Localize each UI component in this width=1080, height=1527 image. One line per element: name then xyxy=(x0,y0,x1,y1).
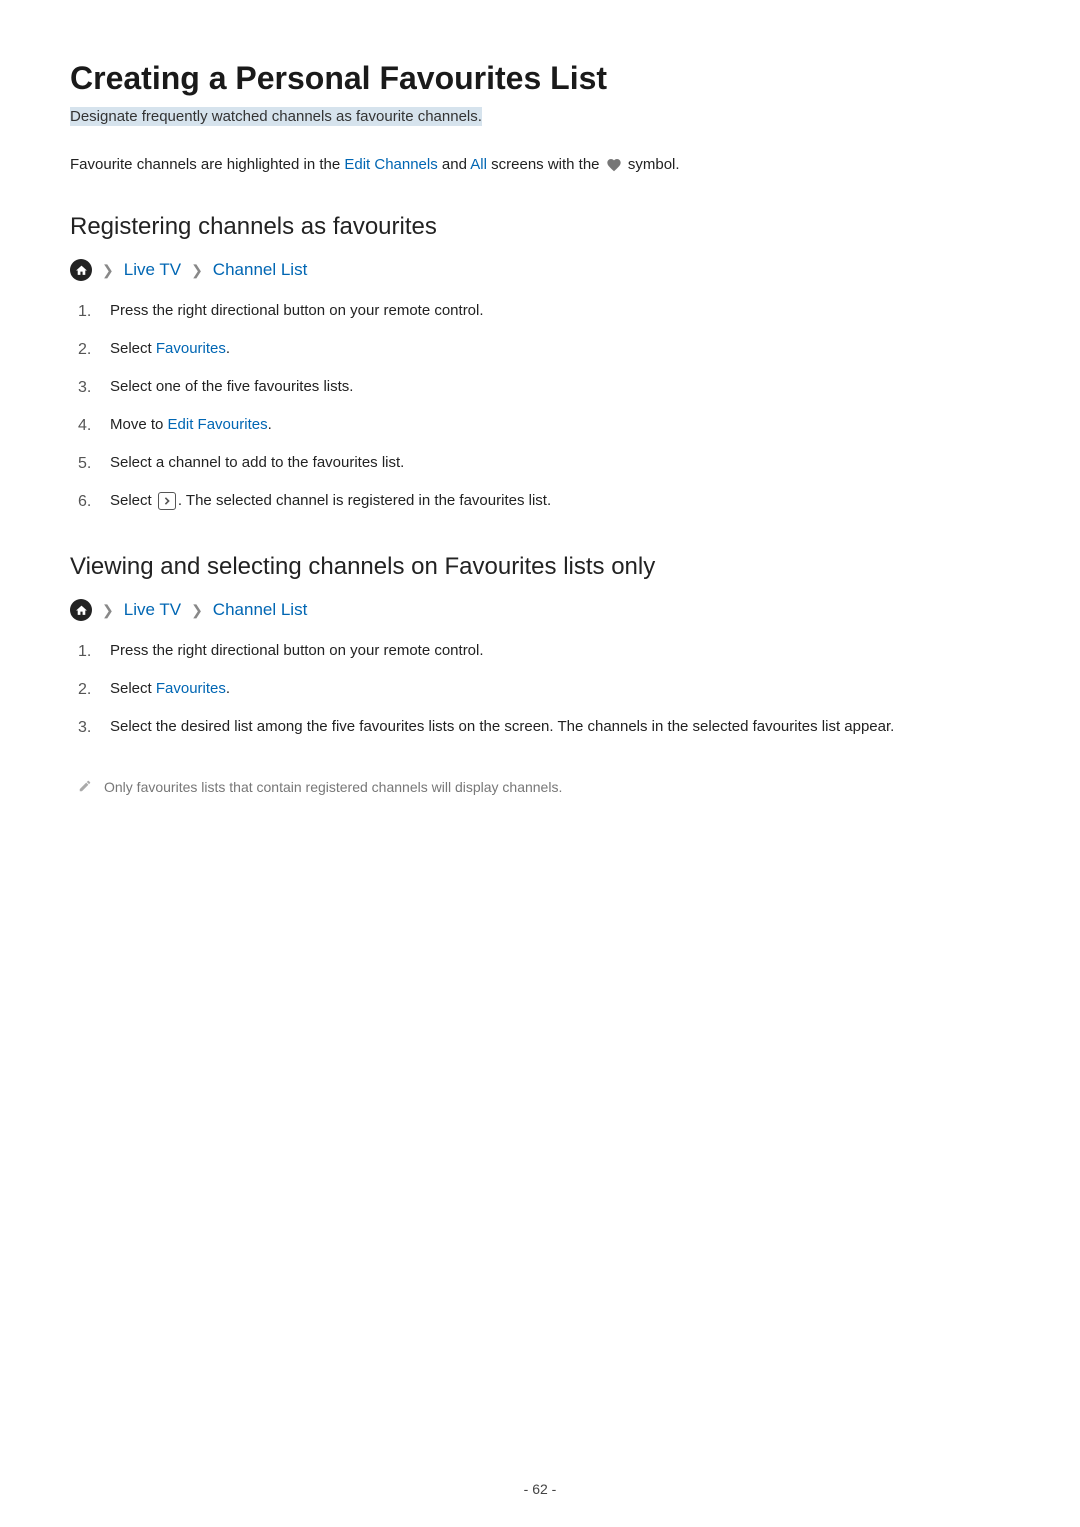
section1-steps: Press the right directional button on yo… xyxy=(70,299,1010,513)
edit-favourites-link: Edit Favourites xyxy=(168,416,268,433)
favourites-link: Favourites xyxy=(156,340,226,357)
intro-mid: and xyxy=(438,156,471,173)
breadcrumb-live-tv: Live TV xyxy=(124,600,181,620)
edit-channels-link: Edit Channels xyxy=(344,156,437,173)
all-link: All xyxy=(470,156,487,173)
step-text: Select xyxy=(110,680,156,697)
step-item: Press the right directional button on yo… xyxy=(70,639,1010,663)
page-title: Creating a Personal Favourites List xyxy=(70,60,1010,97)
section2-steps: Press the right directional button on yo… xyxy=(70,639,1010,739)
step-text: . xyxy=(226,680,230,697)
section1-breadcrumb: ❯ Live TV ❯ Channel List xyxy=(70,259,1010,281)
note-block: Only favourites lists that contain regis… xyxy=(70,779,1010,796)
step-text: . xyxy=(226,340,230,357)
step-item: Select . The selected channel is registe… xyxy=(70,489,1010,513)
step-text: Move to xyxy=(110,416,168,433)
intro-suffix2: symbol. xyxy=(624,156,680,173)
subtitle-highlight: Designate frequently watched channels as… xyxy=(70,107,482,126)
intro-suffix: screens with the xyxy=(487,156,604,173)
breadcrumb-channel-list: Channel List xyxy=(213,600,308,620)
note-icon xyxy=(78,779,92,796)
step-text: Select xyxy=(110,340,156,357)
note-text: Only favourites lists that contain regis… xyxy=(104,779,562,795)
home-icon xyxy=(70,259,92,281)
step-item: Select one of the five favourites lists. xyxy=(70,375,1010,399)
chevron-right-icon: ❯ xyxy=(102,602,114,619)
step-item: Select Favourites. xyxy=(70,337,1010,361)
select-right-icon xyxy=(158,492,176,510)
chevron-right-icon: ❯ xyxy=(191,262,203,279)
step-item: Select the desired list among the five f… xyxy=(70,715,1010,739)
step-item: Select a channel to add to the favourite… xyxy=(70,451,1010,475)
chevron-right-icon: ❯ xyxy=(102,262,114,279)
home-icon xyxy=(70,599,92,621)
heart-icon xyxy=(606,157,622,173)
chevron-right-icon: ❯ xyxy=(191,602,203,619)
page-number: - 62 - xyxy=(0,1481,1080,1497)
intro-paragraph: Favourite channels are highlighted in th… xyxy=(70,156,1010,173)
section1-heading: Registering channels as favourites xyxy=(70,213,1010,241)
breadcrumb-live-tv: Live TV xyxy=(124,260,181,280)
step-item: Press the right directional button on yo… xyxy=(70,299,1010,323)
favourites-link: Favourites xyxy=(156,680,226,697)
intro-text: Favourite channels are highlighted in th… xyxy=(70,156,344,173)
step-text: Select xyxy=(110,492,156,509)
step-text: . The selected channel is registered in … xyxy=(178,492,551,509)
step-item: Move to Edit Favourites. xyxy=(70,413,1010,437)
breadcrumb-channel-list: Channel List xyxy=(213,260,308,280)
step-item: Select Favourites. xyxy=(70,677,1010,701)
section2-heading: Viewing and selecting channels on Favour… xyxy=(70,553,1010,581)
section2-breadcrumb: ❯ Live TV ❯ Channel List xyxy=(70,599,1010,621)
step-text: . xyxy=(268,416,272,433)
